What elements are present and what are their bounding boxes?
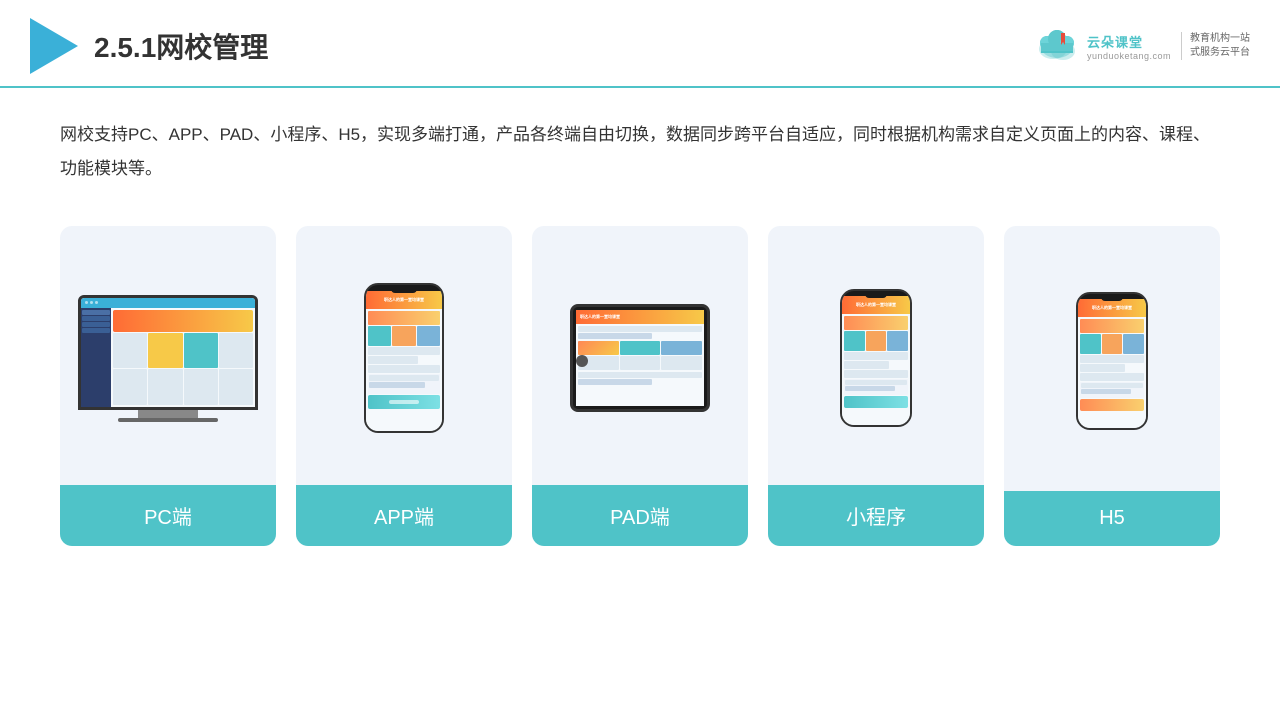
brand-logo: 云朵课堂 yunduoketang.com 教育机构一站 式服务云平台 <box>1033 27 1250 65</box>
h5-phone-mockup: 职达人的第一堂均课堂 <box>1076 292 1148 430</box>
card-pc: PC端 <box>60 226 276 546</box>
phone-notch <box>391 287 417 293</box>
card-app-label: APP端 <box>296 485 512 546</box>
app-phone-body: 职达人的第一堂均课堂 <box>364 283 444 433</box>
header-right: 云朵课堂 yunduoketang.com 教育机构一站 式服务云平台 <box>1033 27 1250 65</box>
brand-slogan: 教育机构一站 式服务云平台 <box>1181 32 1250 60</box>
miniapp-screen: 职达人的第一堂均课堂 <box>842 296 910 425</box>
cards-container: PC端 职达人的第一堂均课堂 <box>0 196 1280 566</box>
card-pad-label: PAD端 <box>532 485 748 546</box>
h5-notch <box>1101 296 1123 301</box>
pad-screen: 职达人的第一堂均课堂 <box>576 310 704 406</box>
card-miniapp-image: 职达人的第一堂均课堂 <box>768 226 984 485</box>
card-pc-label: PC端 <box>60 485 276 546</box>
card-h5: 职达人的第一堂均课堂 <box>1004 226 1220 546</box>
cloud-icon <box>1033 27 1081 65</box>
card-pad-image: 职达人的第一堂均课堂 <box>532 226 748 485</box>
brand-slogan-line1: 教育机构一站 <box>1190 32 1250 46</box>
miniapp-phone-body: 职达人的第一堂均课堂 <box>840 289 912 427</box>
card-app-image: 职达人的第一堂均课堂 <box>296 226 512 485</box>
logo-triangle-icon <box>30 18 78 74</box>
card-pc-image <box>60 226 276 485</box>
pad-body: 职达人的第一堂均课堂 <box>570 304 710 412</box>
pad-mockup: 职达人的第一堂均课堂 <box>570 304 710 412</box>
page-title: 2.5.1网校管理 <box>94 26 268 66</box>
app-phone-mockup: 职达人的第一堂均课堂 <box>364 283 444 433</box>
pc-screen <box>78 295 258 410</box>
h5-phone-body: 职达人的第一堂均课堂 <box>1076 292 1148 430</box>
brand-name-text: 云朵课堂 <box>1087 32 1143 51</box>
app-phone-screen: 职达人的第一堂均课堂 <box>366 291 442 431</box>
header-left: 2.5.1网校管理 <box>30 18 268 74</box>
card-miniapp-label: 小程序 <box>768 485 984 546</box>
pc-mockup <box>78 295 258 422</box>
pc-stand <box>138 410 198 418</box>
card-miniapp: 职达人的第一堂均课堂 <box>768 226 984 546</box>
card-app: 职达人的第一堂均课堂 <box>296 226 512 546</box>
card-h5-image: 职达人的第一堂均课堂 <box>1004 226 1220 491</box>
pad-home-button <box>576 355 588 367</box>
brand-text: 云朵课堂 yunduoketang.com <box>1087 32 1171 61</box>
card-pad: 职达人的第一堂均课堂 <box>532 226 748 546</box>
miniapp-phone-mockup: 职达人的第一堂均课堂 <box>840 289 912 427</box>
header: 2.5.1网校管理 <box>0 0 1280 88</box>
h5-screen: 职达人的第一堂均课堂 <box>1078 299 1146 428</box>
miniapp-notch <box>865 293 887 298</box>
pc-base <box>118 418 218 422</box>
description-text: 网校支持PC、APP、PAD、小程序、H5，实现多端打通，产品各终端自由切换，数… <box>0 88 1280 196</box>
card-h5-label: H5 <box>1004 491 1220 546</box>
brand-domain-text: yunduoketang.com <box>1087 51 1171 61</box>
brand-slogan-line2: 式服务云平台 <box>1190 46 1250 60</box>
